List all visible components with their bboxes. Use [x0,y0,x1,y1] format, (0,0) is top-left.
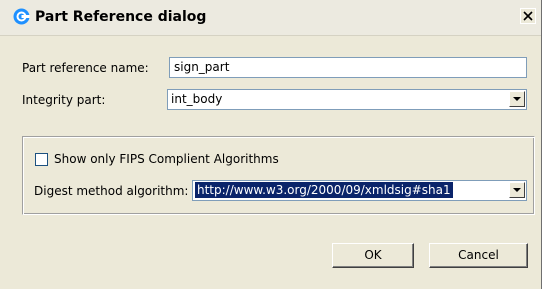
integrity-part-dropdown-button[interactable] [509,91,525,107]
integrity-part-label: Integrity part: [22,93,106,107]
part-reference-name-label: Part reference name: [22,61,149,75]
part-reference-name-input[interactable]: sign_part [169,57,527,78]
close-icon[interactable] [520,8,536,24]
digest-method-select[interactable]: http://www.w3.org/2000/09/xmldsig#sha1 [192,180,527,201]
dialog-title: Part Reference dialog [35,9,207,25]
cancel-button[interactable]: Cancel [429,243,528,268]
fips-checkbox[interactable] [35,153,48,166]
digest-method-dropdown-button[interactable] [509,182,525,198]
chevron-down-icon [513,188,521,192]
app-icon [13,8,30,25]
integrity-part-select[interactable]: int_body [167,89,527,110]
integrity-part-value: int_body [171,92,223,106]
part-reference-dialog: Part Reference dialog Part reference nam… [0,0,542,289]
fips-checkbox-label[interactable]: Show only FIPS Complient Algorithms [54,152,279,166]
title-bar: Part Reference dialog [0,0,541,36]
dialog-bottom-edge [0,279,541,289]
chevron-down-icon [513,97,521,101]
part-reference-name-value: sign_part [174,60,230,74]
digest-method-value: http://www.w3.org/2000/09/xmldsig#sha1 [195,182,453,198]
ok-button[interactable]: OK [332,243,414,268]
digest-method-label: Digest method algorithm: [34,184,189,198]
algorithm-options-group [22,136,535,215]
